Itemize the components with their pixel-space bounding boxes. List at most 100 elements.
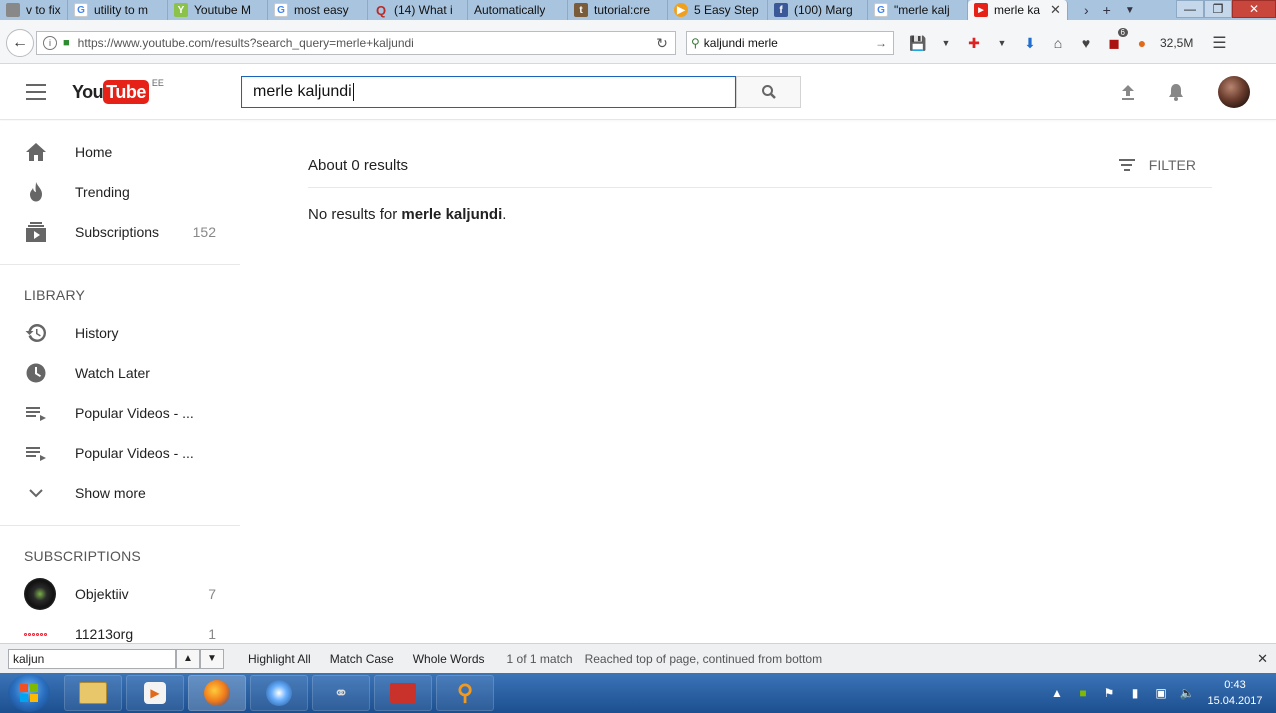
back-button[interactable]: ← xyxy=(6,29,34,57)
volume-icon[interactable]: 🔈 xyxy=(1174,686,1200,700)
browser-tab[interactable]: Automatically xyxy=(468,0,568,20)
sidebar-item-label: Watch Later xyxy=(75,365,150,381)
tray-app-icon[interactable]: ■ xyxy=(1070,686,1096,700)
search-input[interactable]: merle kaljundi xyxy=(241,76,736,108)
browser-tab[interactable]: Y Youtube M xyxy=(168,0,268,20)
taskbar-app[interactable]: ⚭ xyxy=(312,675,370,711)
youtube-logo[interactable]: You Tube EE xyxy=(72,78,164,104)
browser-tab[interactable]: ▶ 5 Easy Step xyxy=(668,0,768,20)
sidebar-item-label: 11213org xyxy=(75,626,134,642)
info-icon[interactable]: i xyxy=(43,36,57,50)
browser-tab[interactable]: G most easy xyxy=(268,0,368,20)
taskbar-app[interactable] xyxy=(374,675,432,711)
home-browser-icon[interactable]: ⌂ xyxy=(1044,31,1072,55)
new-tab-icon[interactable]: + xyxy=(1103,2,1111,18)
tray-device-icon[interactable]: ▮ xyxy=(1122,686,1148,700)
browser-tab[interactable]: G "merle kalj xyxy=(868,0,968,20)
google-icon: G xyxy=(274,3,288,17)
chain-link-icon: ⚭ xyxy=(333,682,349,703)
sidebar-item-label: Home xyxy=(75,144,113,160)
ublock-icon[interactable]: ◼ 6 xyxy=(1100,28,1128,55)
action-center-icon[interactable]: ⚑ xyxy=(1096,686,1122,700)
channel-avatar xyxy=(24,630,56,638)
find-message: Reached top of page, continued from bott… xyxy=(584,651,823,666)
magnifier-icon: ⚲ xyxy=(456,680,474,705)
taskbar-firefox[interactable] xyxy=(188,675,246,711)
close-icon[interactable]: ✕ xyxy=(1050,2,1061,18)
restore-icon[interactable]: ❐ xyxy=(1204,0,1232,18)
upload-icon[interactable] xyxy=(1118,82,1138,102)
find-input[interactable]: kaljun xyxy=(8,648,176,669)
show-hidden-icons-icon[interactable]: ▲ xyxy=(1044,686,1070,700)
network-icon[interactable]: ▣ xyxy=(1148,686,1174,700)
whole-words-toggle[interactable]: Whole Words xyxy=(413,652,485,666)
sidebar-item-history[interactable]: History xyxy=(0,313,240,353)
filter-button[interactable]: FILTER xyxy=(1118,157,1196,173)
sidebar-item-home[interactable]: Home xyxy=(0,132,240,172)
find-previous-button[interactable]: ▲ xyxy=(176,648,200,669)
sidebar-item-trending[interactable]: Trending xyxy=(0,172,240,212)
reload-icon[interactable]: ↻ xyxy=(649,35,675,52)
save-icon[interactable]: 💾 xyxy=(904,31,932,55)
sidebar-item-subscription[interactable]: Objektiiv 7 xyxy=(0,574,240,614)
browser-tab[interactable]: f (100) Marg xyxy=(768,0,868,20)
subscription-count: 7 xyxy=(208,586,216,602)
browser-tab-active[interactable]: ▶ merle ka ✕ xyxy=(968,0,1068,20)
scroll-tabs-right-icon[interactable]: › xyxy=(1084,2,1089,18)
subscription-count: 1 xyxy=(208,626,216,642)
sidebar-item-playlist[interactable]: Popular Videos - ... xyxy=(0,433,240,473)
find-status: 1 of 1 match xyxy=(506,651,573,666)
taskbar-app[interactable]: ⚲ xyxy=(436,675,494,711)
firefox-icon xyxy=(204,680,230,706)
clock[interactable]: 0:43 15.04.2017 xyxy=(1200,677,1270,709)
match-case-toggle[interactable]: Match Case xyxy=(330,652,394,666)
url-text[interactable]: https://www.youtube.com/results?search_q… xyxy=(78,36,649,50)
sidebar-item-subscription[interactable]: 11213org 1 xyxy=(0,614,240,643)
pocket-icon[interactable]: ♥ xyxy=(1072,31,1100,55)
results-count: About 0 results xyxy=(308,157,409,174)
app-swirl-icon xyxy=(266,680,292,706)
sidebar-item-playlist[interactable]: Popular Videos - ... xyxy=(0,393,240,433)
taskbar-app[interactable] xyxy=(250,675,308,711)
firstaid-dropdown-icon[interactable]: ▼ xyxy=(988,31,1016,55)
highlight-all-toggle[interactable]: Highlight All xyxy=(248,652,311,666)
find-next-button[interactable]: ▼ xyxy=(200,648,224,669)
guide-menu-icon[interactable] xyxy=(26,84,46,100)
sidebar-item-label: History xyxy=(75,325,119,341)
search-icon xyxy=(761,85,776,99)
save-dropdown-icon[interactable]: ▼ xyxy=(932,31,960,55)
minimize-icon[interactable]: — xyxy=(1176,0,1204,18)
start-button[interactable] xyxy=(8,674,50,712)
sidebar-item-subscriptions[interactable]: Subscriptions 152 xyxy=(0,212,240,252)
avatar[interactable] xyxy=(1218,76,1250,108)
chevron-up-icon: ▲ xyxy=(183,653,193,664)
download-icon[interactable]: ⬇ xyxy=(1016,31,1044,55)
browser-tab[interactable]: Q (14) What i xyxy=(368,0,468,20)
url-bar[interactable]: i ■ https://www.youtube.com/results?sear… xyxy=(36,31,676,55)
browser-tab[interactable]: G utility to m xyxy=(68,0,168,20)
youtube-icon: ▶ xyxy=(974,3,988,17)
taskbar-media-player[interactable]: ▶ xyxy=(126,675,184,711)
clock-time: 0:43 xyxy=(1224,679,1246,691)
chevron-down-icon xyxy=(29,489,43,498)
taskbar-explorer[interactable] xyxy=(64,675,122,711)
list-all-tabs-icon[interactable]: ▼ xyxy=(1125,5,1135,16)
guide-sidebar: Home Trending Subscriptions 152 LIBRARY … xyxy=(0,121,240,643)
search-engine-icon[interactable]: ⚲ xyxy=(691,36,700,50)
browser-search-field[interactable]: ⚲ kaljundi merle → xyxy=(686,31,894,55)
sidebar-item-watch-later[interactable]: Watch Later xyxy=(0,353,240,393)
browser-tab[interactable]: v to fix xyxy=(0,0,68,20)
bell-icon[interactable] xyxy=(1166,82,1186,102)
window-close-icon[interactable]: ✕ xyxy=(1232,0,1276,18)
library-heading: LIBRARY xyxy=(24,287,86,303)
browser-tab[interactable]: t tutorial:cre xyxy=(568,0,668,20)
search-button[interactable] xyxy=(736,76,801,108)
memory-icon[interactable]: ● xyxy=(1128,31,1156,55)
first-aid-icon[interactable]: ✚ xyxy=(960,31,988,55)
close-icon[interactable]: ✕ xyxy=(1257,651,1268,667)
go-arrow-icon[interactable]: → xyxy=(875,36,893,50)
menu-icon[interactable]: ☰ xyxy=(1205,31,1233,55)
system-tray: ▲ ■ ⚑ ▮ ▣ 🔈 0:43 15.04.2017 xyxy=(1044,673,1276,713)
sidebar-item-show-more[interactable]: Show more xyxy=(0,473,240,513)
back-arrow-icon: ← xyxy=(12,34,28,51)
